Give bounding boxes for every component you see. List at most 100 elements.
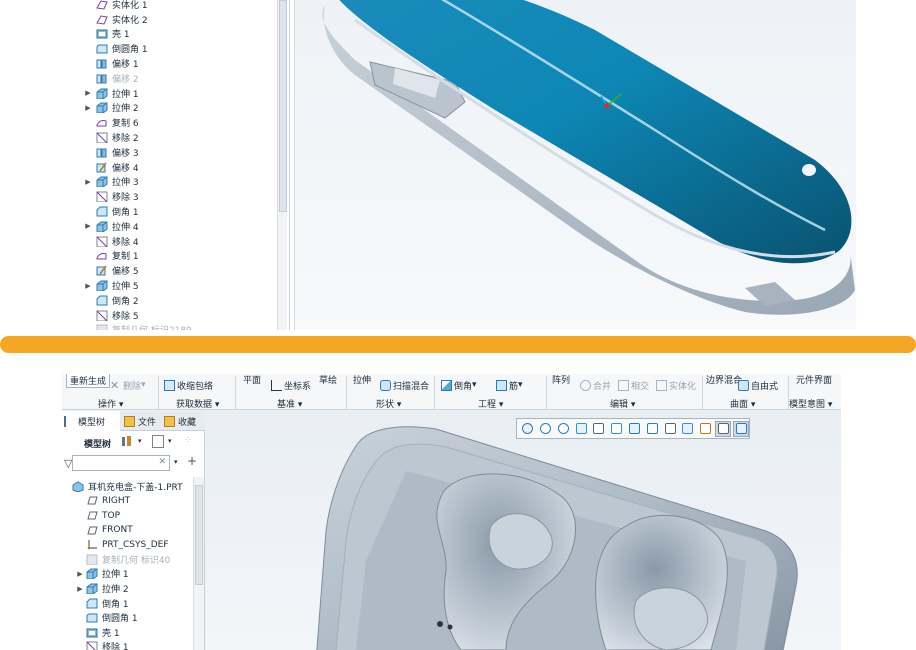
graphics-viewport[interactable] — [294, 0, 856, 330]
group-get-data[interactable]: 获取数据 ▾ — [176, 397, 219, 410]
saved-views-icon[interactable] — [609, 421, 625, 437]
expand-arrow-icon[interactable]: ▶ — [84, 222, 92, 230]
tree-item[interactable]: ▶ 拉伸 1 — [77, 567, 129, 582]
plane-button[interactable]: 平面 — [243, 374, 261, 387]
tree-item[interactable]: 移除 4 — [96, 234, 139, 249]
tree-item[interactable]: FRONT — [86, 523, 133, 538]
pattern-button[interactable]: 阵列 — [552, 374, 570, 387]
component-interface-button[interactable]: 元件界面 — [796, 374, 832, 387]
solidify-button[interactable]: 实体化 — [656, 377, 696, 393]
offset-icon — [96, 147, 108, 158]
tree-item[interactable]: 偏移 4 — [96, 160, 139, 175]
tree-item[interactable]: PRT_CSYS_DEF — [86, 537, 169, 552]
tab-model-tree[interactable]: 模型树 — [62, 411, 120, 431]
tree-item[interactable]: ▶ 拉伸 1 — [85, 86, 139, 101]
zoom-in-icon[interactable] — [538, 421, 554, 437]
delete-button[interactable]: ✕ 删除 ▾ — [110, 377, 146, 393]
tree-item[interactable]: ▶ 拉伸 4 — [85, 219, 139, 234]
group-engineering[interactable]: 工程 ▾ — [478, 397, 503, 410]
appearance-icon[interactable] — [680, 421, 696, 437]
panel-scrollbar[interactable] — [193, 477, 204, 650]
tree-item[interactable]: 壳 1 — [96, 27, 130, 42]
tree-item[interactable]: 壳 1 — [86, 625, 120, 640]
tree-item[interactable]: 偏移 2 — [96, 71, 139, 86]
tree-item[interactable]: ▶ 拉伸 2 — [77, 581, 129, 596]
clear-icon[interactable]: ✕ — [158, 457, 166, 467]
search-input[interactable]: ✕ — [72, 455, 170, 471]
section-icon[interactable] — [662, 421, 678, 437]
spin-center-icon[interactable] — [733, 420, 750, 437]
datum-display-icon[interactable] — [698, 421, 714, 437]
tree-item[interactable]: 耳机充电盒-下盖-1.PRT — [72, 479, 183, 494]
tree-item[interactable]: RIGHT — [86, 494, 130, 509]
merge-button[interactable]: 合并 — [580, 377, 611, 393]
freestyle-button[interactable]: 自由式 — [738, 377, 778, 393]
csys-button[interactable]: 坐标系 — [271, 377, 311, 393]
rib-button[interactable]: 筋 ▾ — [496, 377, 523, 393]
group-operations[interactable]: 操作 ▾ — [98, 397, 123, 410]
tree-item[interactable]: TOP — [86, 508, 120, 523]
tree-item[interactable]: 移除 2 — [96, 130, 139, 145]
tree-item[interactable]: 复制几何 标识40 — [86, 552, 170, 567]
tree-item[interactable]: 复制 6 — [96, 115, 139, 130]
expand-arrow-icon[interactable]: ▶ — [84, 282, 92, 290]
tree-item[interactable]: 倒圆角 1 — [96, 41, 148, 56]
tab-favorites[interactable]: 收藏 — [162, 411, 205, 431]
tree-item[interactable]: 复制 1 — [96, 249, 139, 264]
intersect-button[interactable]: 相交 — [618, 377, 649, 393]
chamfer-button[interactable]: 倒角 ▾ — [441, 377, 477, 393]
tree-item[interactable]: 实体化 1 — [96, 0, 148, 12]
tree-item[interactable]: ▶ 拉伸 2 — [85, 101, 139, 116]
expand-arrow-icon[interactable]: ▶ — [76, 585, 84, 593]
reorient-icon[interactable] — [591, 421, 607, 437]
tree-item[interactable]: 移除 1 — [86, 640, 129, 650]
model-tree-scrollbar[interactable] — [277, 0, 287, 330]
graphics-viewport[interactable] — [206, 411, 841, 650]
tree-item[interactable]: 移除 3 — [96, 189, 139, 204]
sweep-blend-button[interactable]: 扫描混合 — [380, 377, 429, 393]
expand-arrow-icon[interactable]: ▶ — [84, 178, 92, 186]
repaint-icon[interactable] — [573, 421, 589, 437]
tree-item[interactable]: 偏移 5 — [96, 263, 139, 278]
tree-item[interactable]: 倒角 2 — [96, 293, 139, 308]
group-editing[interactable]: 编辑 ▾ — [610, 397, 635, 410]
datum-plane-icon — [86, 510, 98, 521]
add-filter-icon[interactable]: + — [187, 454, 197, 468]
group-datum[interactable]: 基准 ▾ — [277, 397, 302, 410]
refit-icon[interactable] — [520, 421, 536, 437]
expand-arrow-icon[interactable]: ▶ — [76, 570, 84, 578]
tree-item[interactable]: ▶ 拉伸 5 — [85, 278, 139, 293]
extrude-button[interactable]: 拉伸 — [353, 374, 371, 387]
tree-item[interactable]: ▶ 拉伸 3 — [85, 175, 139, 190]
tree-settings-icon[interactable] — [120, 435, 134, 448]
tree-item[interactable]: 偏移 1 — [96, 56, 139, 71]
tree-item[interactable]: 倒圆角 1 — [86, 610, 138, 625]
chevron-down-icon[interactable]: ▾ — [168, 437, 172, 445]
group-shapes[interactable]: 形状 ▾ — [376, 397, 401, 410]
group-model-intent[interactable]: 模型意图 ▾ — [789, 397, 832, 410]
display-style-icon[interactable] — [627, 421, 643, 437]
show-icon[interactable] — [152, 435, 164, 448]
tree-item[interactable]: 倒角 1 — [96, 204, 139, 219]
tree-item[interactable]: 实体化 2 — [96, 12, 148, 27]
tree-item[interactable]: 移除 5 — [96, 308, 139, 323]
scrollbar-thumb[interactable] — [195, 485, 203, 585]
group-surfaces[interactable]: 曲面 ▾ — [730, 397, 755, 410]
chevron-down-icon[interactable]: ▾ — [138, 437, 142, 445]
tree-item[interactable]: 倒角 1 — [86, 596, 129, 611]
sketch-button[interactable]: 草绘 — [319, 374, 337, 387]
tree-item[interactable]: 复制几何 标识2189 — [96, 323, 192, 330]
perspective-icon[interactable] — [644, 421, 660, 437]
scrollbar-thumb[interactable] — [279, 0, 287, 212]
zoom-out-icon[interactable] — [556, 421, 572, 437]
annotation-icon[interactable] — [715, 420, 732, 437]
boundary-blend-button[interactable]: 边界混合 — [706, 374, 742, 387]
expand-arrow-icon[interactable]: ▶ — [84, 89, 92, 97]
tab-files[interactable]: 文件 — [122, 411, 160, 431]
tree-columns-icon[interactable]: ⁘ — [184, 435, 196, 448]
expand-arrow-icon[interactable]: ▶ — [84, 104, 92, 112]
regenerate-button[interactable]: 重新生成 — [66, 374, 111, 388]
shrinkwrap-button[interactable]: 收缩包络 — [164, 377, 213, 393]
chevron-down-icon[interactable]: ▾ — [174, 458, 178, 466]
tree-item[interactable]: 偏移 3 — [96, 145, 139, 160]
